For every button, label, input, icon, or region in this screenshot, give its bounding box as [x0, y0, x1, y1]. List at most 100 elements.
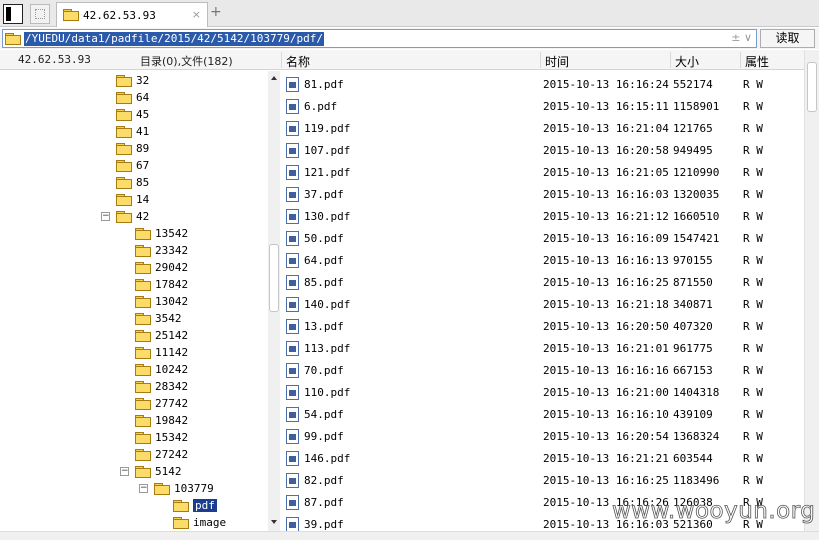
tree-node[interactable]: 85: [116, 174, 149, 191]
file-attr: R W: [743, 276, 763, 289]
file-row[interactable]: 82.pdf 2015-10-13 16:16:25 1183496 R W: [282, 470, 803, 492]
file-row[interactable]: 54.pdf 2015-10-13 16:16:10 439109 R W: [282, 404, 803, 426]
file-time: 2015-10-13 16:16:03: [543, 188, 669, 201]
tree-node[interactable]: 3542: [135, 310, 182, 327]
file-row[interactable]: 64.pdf 2015-10-13 16:16:13 970155 R W: [282, 250, 803, 272]
tree-node[interactable]: 29042: [135, 259, 188, 276]
file-list-scrollbar[interactable]: [804, 50, 819, 531]
address-path[interactable]: /YUEDU/data1/padfile/2015/42/5142/103779…: [24, 31, 325, 46]
tree-node[interactable]: 103779: [154, 480, 214, 497]
file-row[interactable]: 113.pdf 2015-10-13 16:21:01 961775 R W: [282, 338, 803, 360]
address-bar-row: /YUEDU/data1/padfile/2015/42/5142/103779…: [0, 28, 819, 49]
tree-node[interactable]: 15342: [135, 429, 188, 446]
file-row[interactable]: 13.pdf 2015-10-13 16:20:50 407320 R W: [282, 316, 803, 338]
tree-node[interactable]: 27742: [135, 395, 188, 412]
tree-collapse-toggle[interactable]: −: [120, 467, 129, 476]
file-attr: R W: [743, 100, 763, 113]
file-size: 552174: [673, 78, 713, 91]
folder-icon: [135, 448, 151, 461]
file-row[interactable]: 140.pdf 2015-10-13 16:21:18 340871 R W: [282, 294, 803, 316]
file-row[interactable]: 110.pdf 2015-10-13 16:21:00 1404318 R W: [282, 382, 803, 404]
tree-node[interactable]: 14: [116, 191, 149, 208]
tree-node[interactable]: 11142: [135, 344, 188, 361]
file-row[interactable]: 107.pdf 2015-10-13 16:20:58 949495 R W: [282, 140, 803, 162]
tree-node[interactable]: 41: [116, 123, 149, 140]
file-row[interactable]: 6.pdf 2015-10-13 16:15:11 1158901 R W: [282, 96, 803, 118]
column-header-time[interactable]: 时间: [545, 53, 569, 70]
file-row[interactable]: 146.pdf 2015-10-13 16:21:21 603544 R W: [282, 448, 803, 470]
file-icon: [286, 341, 299, 356]
file-row[interactable]: 85.pdf 2015-10-13 16:16:25 871550 R W: [282, 272, 803, 294]
tree-node[interactable]: 27242: [135, 446, 188, 463]
file-size: 1210990: [673, 166, 720, 179]
file-row[interactable]: 121.pdf 2015-10-13 16:21:05 1210990 R W: [282, 162, 803, 184]
tree-collapse-toggle[interactable]: −: [139, 484, 148, 493]
read-button[interactable]: 读取: [760, 29, 815, 48]
address-dropdown-icon[interactable]: ± ∨: [731, 31, 752, 44]
watermark: www.wooyun.org: [612, 498, 816, 525]
tree-node[interactable]: image: [173, 514, 226, 531]
scroll-up-icon[interactable]: [271, 76, 277, 80]
file-name: 37.pdf: [304, 188, 344, 201]
tree-node[interactable]: 17842: [135, 276, 188, 293]
file-name: 82.pdf: [304, 474, 344, 487]
tree-scroll-thumb[interactable]: [269, 244, 279, 312]
tree-node[interactable]: 25142: [135, 327, 188, 344]
tree-node[interactable]: 19842: [135, 412, 188, 429]
file-list[interactable]: 81.pdf 2015-10-13 16:16:24 552174 R W 6.pdf 2…: [282, 71, 803, 531]
folder-icon: [135, 295, 151, 308]
tree-node[interactable]: 32: [116, 72, 149, 89]
tree-node[interactable]: 5142: [135, 463, 182, 480]
tree-node[interactable]: 67: [116, 157, 149, 174]
folder-icon: [135, 465, 151, 478]
tree-node-label: image: [193, 516, 227, 529]
file-time: 2015-10-13 16:21:00: [543, 386, 669, 399]
tree-host-label: 42.62.53.93: [18, 53, 91, 66]
panel-toggle-icon[interactable]: [3, 4, 23, 24]
tree-node-label: 28342: [155, 380, 189, 393]
file-time: 2015-10-13 16:16:24: [543, 78, 669, 91]
column-divider[interactable]: [540, 52, 541, 68]
directory-tree[interactable]: 32 64 45 41 89 67 85 14 − 42 13542 23342 29042 17842 1…: [0, 71, 281, 531]
column-header-attr[interactable]: 属性: [745, 53, 769, 70]
column-divider[interactable]: [281, 52, 282, 68]
address-bar[interactable]: /YUEDU/data1/padfile/2015/42/5142/103779…: [2, 29, 757, 48]
tree-node[interactable]: 28342: [135, 378, 188, 395]
tree-node[interactable]: 89: [116, 140, 149, 157]
tab-close-icon[interactable]: ×: [192, 8, 201, 21]
file-attr: R W: [743, 188, 763, 201]
column-header-name[interactable]: 名称: [286, 53, 310, 70]
file-row[interactable]: 50.pdf 2015-10-13 16:16:09 1547421 R W: [282, 228, 803, 250]
tree-node[interactable]: 13542: [135, 225, 188, 242]
tree-node[interactable]: 13042: [135, 293, 188, 310]
column-divider[interactable]: [670, 52, 671, 68]
tree-collapse-toggle[interactable]: −: [101, 212, 110, 221]
tree-counts-label: 目录(0),文件(182): [140, 55, 233, 68]
blank-tab-icon[interactable]: [30, 4, 50, 24]
file-attr: R W: [743, 78, 763, 91]
file-name: 113.pdf: [304, 342, 351, 355]
file-list-scroll-thumb[interactable]: [807, 62, 817, 112]
file-row[interactable]: 130.pdf 2015-10-13 16:21:12 1660510 R W: [282, 206, 803, 228]
file-row[interactable]: 37.pdf 2015-10-13 16:16:03 1320035 R W: [282, 184, 803, 206]
file-time: 2015-10-13 16:21:05: [543, 166, 669, 179]
column-divider[interactable]: [740, 52, 741, 68]
file-time: 2015-10-13 16:20:58: [543, 144, 669, 157]
column-header-size[interactable]: 大小: [675, 53, 699, 70]
tree-node[interactable]: 10242: [135, 361, 188, 378]
file-row[interactable]: 119.pdf 2015-10-13 16:21:04 121765 R W: [282, 118, 803, 140]
file-row[interactable]: 81.pdf 2015-10-13 16:16:24 552174 R W: [282, 74, 803, 96]
file-row[interactable]: 70.pdf 2015-10-13 16:16:16 667153 R W: [282, 360, 803, 382]
scroll-down-icon[interactable]: [271, 520, 277, 524]
tree-node[interactable]: 45: [116, 106, 149, 123]
tab-server[interactable]: 42.62.53.93 ×: [56, 2, 208, 27]
add-tab-icon[interactable]: +: [210, 5, 222, 19]
file-row[interactable]: 99.pdf 2015-10-13 16:20:54 1368324 R W: [282, 426, 803, 448]
tree-node[interactable]: 42: [116, 208, 149, 225]
folder-icon: [116, 142, 132, 155]
tree-node[interactable]: pdf: [173, 497, 217, 514]
tree-node[interactable]: 23342: [135, 242, 188, 259]
tree-scrollbar[interactable]: [268, 71, 280, 531]
horizontal-scrollbar[interactable]: [0, 531, 819, 540]
tree-node[interactable]: 64: [116, 89, 149, 106]
